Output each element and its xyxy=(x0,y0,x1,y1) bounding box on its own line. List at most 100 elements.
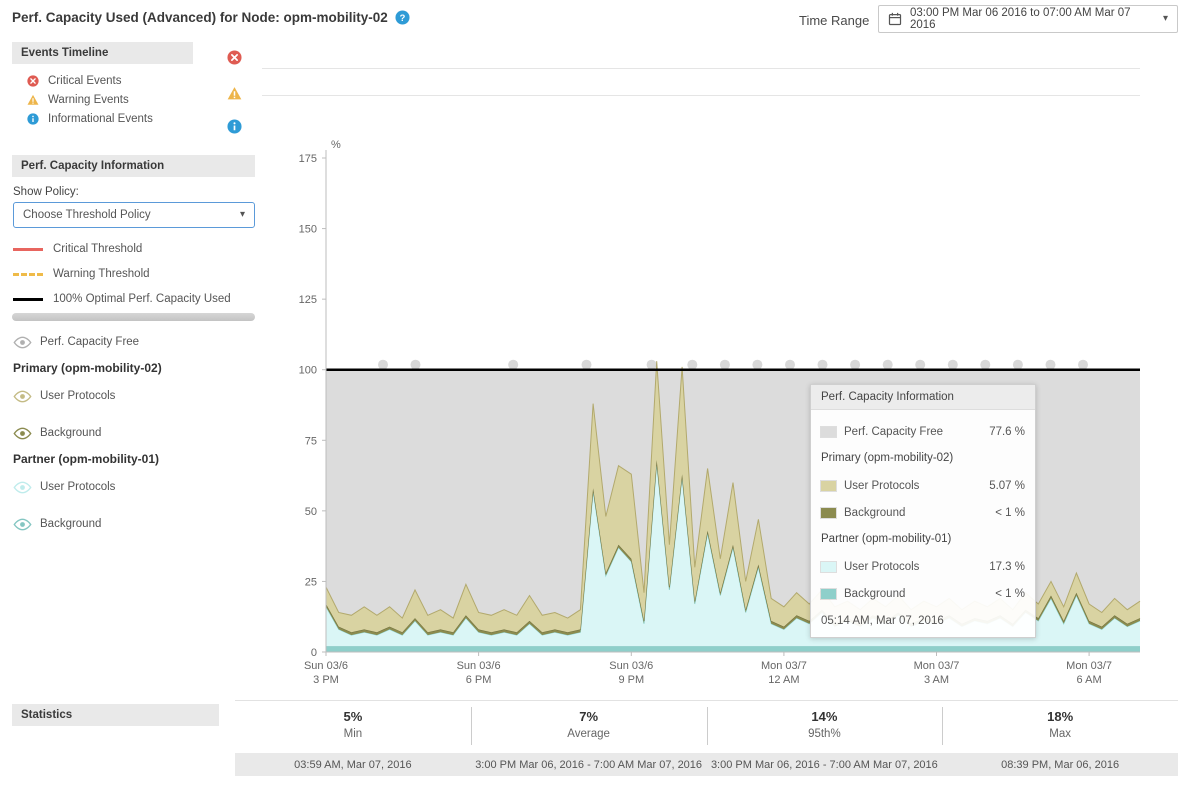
info-event-icon xyxy=(27,113,39,125)
toggle-primary-user-protocols[interactable]: User Protocols xyxy=(13,388,115,404)
svg-text:?: ? xyxy=(399,13,405,23)
legend-label: Critical Threshold xyxy=(53,243,142,255)
legend-warning-threshold: Warning Threshold xyxy=(13,267,150,281)
policy-select-value: Choose Threshold Policy xyxy=(23,209,151,221)
stat-separator xyxy=(707,707,708,745)
stat-min: 5% Min xyxy=(235,709,471,740)
toggle-partner-background[interactable]: Background xyxy=(13,516,101,532)
legend-critical-threshold: Critical Threshold xyxy=(13,242,142,256)
warning-threshold-swatch xyxy=(13,273,43,276)
tooltip-partner-group: Partner (opm-mobility-01) xyxy=(821,526,1025,553)
svg-text:6 PM: 6 PM xyxy=(466,674,492,686)
perf-capacity-chart[interactable]: 0 25 50 75 100 125 150 175% Sun 03/6 3 PM Sun 03/6… xyxy=(262,140,1184,690)
info-event-marker-icon[interactable] xyxy=(227,119,242,134)
stat-95th-value: 14% xyxy=(707,709,943,724)
svg-text:Mon 03/7: Mon 03/7 xyxy=(914,660,960,672)
stat-max-label: Max xyxy=(942,728,1178,740)
svg-text:%: % xyxy=(331,140,341,151)
critical-threshold-swatch xyxy=(13,248,43,251)
legend-warning-events: Warning Events xyxy=(27,92,129,108)
svg-text:25: 25 xyxy=(305,576,317,588)
stat-max-value: 18% xyxy=(942,709,1178,724)
eye-icon xyxy=(13,518,32,531)
legend-label: Warning Threshold xyxy=(53,268,150,280)
toggle-partner-user-protocols[interactable]: User Protocols xyxy=(13,479,115,495)
eye-icon xyxy=(13,336,32,349)
tooltip-row-partner-user: User Protocols 17.3 % xyxy=(821,553,1025,580)
tooltip-row-free: Perf. Capacity Free 77.6 % xyxy=(821,418,1025,445)
stat-average: 7% Average xyxy=(471,709,707,740)
svg-text:125: 125 xyxy=(299,294,317,306)
stat-min-footer: 03:59 AM, Mar 07, 2016 xyxy=(235,759,471,771)
legend-label: Warning Events xyxy=(48,94,129,106)
threshold-policy-select[interactable]: Choose Threshold Policy ▾ xyxy=(13,202,255,228)
svg-text:0: 0 xyxy=(311,647,317,659)
partner-bg-swatch xyxy=(821,589,836,599)
svg-text:175: 175 xyxy=(299,153,317,165)
show-policy-label: Show Policy: xyxy=(13,186,79,198)
svg-text:Sun 03/6: Sun 03/6 xyxy=(304,660,348,672)
svg-text:9 PM: 9 PM xyxy=(618,674,644,686)
time-range-picker[interactable]: 03:00 PM Mar 06 2016 to 07:00 AM Mar 07 … xyxy=(878,5,1178,33)
toggle-label: Perf. Capacity Free xyxy=(40,336,139,348)
free-swatch xyxy=(821,427,836,437)
toggle-perf-capacity-free[interactable]: Perf. Capacity Free xyxy=(13,334,139,350)
toggle-label: Background xyxy=(40,427,101,439)
toggle-label: User Protocols xyxy=(40,390,115,402)
stat-average-footer: 3:00 PM Mar 06, 2016 - 7:00 AM Mar 07, 2… xyxy=(471,759,707,771)
chevron-down-icon: ▾ xyxy=(240,210,245,220)
events-lane-divider xyxy=(262,68,1140,69)
tooltip-primary-group: Primary (opm-mobility-02) xyxy=(821,445,1025,472)
svg-text:75: 75 xyxy=(305,435,317,447)
svg-text:50: 50 xyxy=(305,506,317,518)
svg-text:Mon 03/7: Mon 03/7 xyxy=(761,660,807,672)
chevron-down-icon: ▾ xyxy=(1163,14,1168,24)
horizontal-scrollbar[interactable] xyxy=(12,313,255,321)
svg-text:12 AM: 12 AM xyxy=(768,674,799,686)
legend-label: Informational Events xyxy=(48,113,153,125)
svg-text:100: 100 xyxy=(299,365,317,377)
stat-95th: 14% 95th% xyxy=(707,709,943,740)
eye-icon xyxy=(13,427,32,440)
warning-event-marker-icon[interactable] xyxy=(227,86,242,101)
critical-event-icon xyxy=(27,75,39,87)
toggle-primary-background[interactable]: Background xyxy=(13,425,101,441)
toggle-label: User Protocols xyxy=(40,481,115,493)
partner-user-swatch xyxy=(821,562,836,572)
legend-critical-events: Critical Events xyxy=(27,73,122,89)
critical-event-marker-icon[interactable] xyxy=(227,50,242,65)
tooltip-title: Perf. Capacity Information xyxy=(811,385,1035,410)
stat-max: 18% Max xyxy=(942,709,1178,740)
legend-optimal-line: 100% Optimal Perf. Capacity Used xyxy=(13,292,231,306)
stat-95th-footer: 3:00 PM Mar 06, 2016 - 7:00 AM Mar 07, 2… xyxy=(707,759,943,771)
svg-text:6 AM: 6 AM xyxy=(1077,674,1102,686)
primary-user-swatch xyxy=(821,481,836,491)
warning-event-icon xyxy=(27,94,39,106)
eye-icon xyxy=(13,390,32,403)
stat-separator xyxy=(942,707,943,745)
stat-min-label: Min xyxy=(235,728,471,740)
events-timeline-header: Events Timeline xyxy=(12,42,193,64)
help-icon[interactable]: ? xyxy=(395,10,410,25)
tooltip-timestamp: 05:14 AM, Mar 07, 2016 xyxy=(811,607,1035,637)
svg-text:150: 150 xyxy=(299,224,317,236)
legend-label: 100% Optimal Perf. Capacity Used xyxy=(53,293,231,305)
svg-text:3 PM: 3 PM xyxy=(313,674,339,686)
stat-average-label: Average xyxy=(471,728,707,740)
statistics-header: Statistics xyxy=(12,704,219,726)
tooltip-row-primary-bg: Background < 1 % xyxy=(821,499,1025,526)
stat-95th-label: 95th% xyxy=(707,728,943,740)
partner-group-label: Partner (opm-mobility-01) xyxy=(13,452,159,466)
chart-tooltip: Perf. Capacity Information Perf. Capacit… xyxy=(810,384,1036,638)
tooltip-row-primary-user: User Protocols 5.07 % xyxy=(821,472,1025,499)
legend-label: Critical Events xyxy=(48,75,122,87)
svg-text:3 AM: 3 AM xyxy=(924,674,949,686)
stat-min-value: 5% xyxy=(235,709,471,724)
tooltip-row-partner-bg: Background < 1 % xyxy=(821,580,1025,607)
stat-average-value: 7% xyxy=(471,709,707,724)
page-title-text: Perf. Capacity Used (Advanced) for Node:… xyxy=(12,10,388,25)
primary-bg-swatch xyxy=(821,508,836,518)
page-title: Perf. Capacity Used (Advanced) for Node:… xyxy=(12,10,410,25)
svg-text:Sun 03/6: Sun 03/6 xyxy=(457,660,501,672)
calendar-icon xyxy=(888,12,902,26)
